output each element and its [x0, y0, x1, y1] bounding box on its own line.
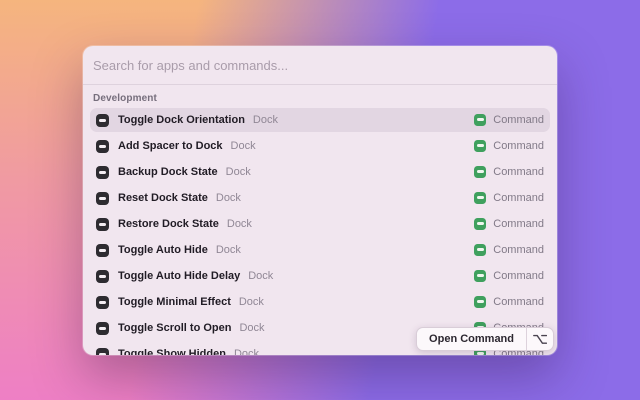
launcher-window: Development Toggle Dock Orientation Dock… [83, 46, 557, 355]
command-subtitle: Dock [248, 270, 273, 282]
open-command-hint[interactable]: Open Command [416, 327, 554, 351]
command-title: Toggle Scroll to Open [118, 322, 231, 334]
command-title: Add Spacer to Dock [118, 140, 223, 152]
dock-extension-icon [96, 322, 109, 335]
command-type-icon [474, 296, 486, 308]
row-accessory-group: Command [474, 114, 544, 126]
list-item[interactable]: Toggle Auto Hide Dock Command [90, 238, 550, 262]
list-item[interactable]: Restore Dock State Dock Command [90, 212, 550, 236]
command-type-label: Command [493, 244, 544, 256]
row-accessory-group: Command [474, 140, 544, 152]
command-type-label: Command [493, 140, 544, 152]
command-subtitle: Dock [216, 192, 241, 204]
command-type-icon [474, 114, 486, 126]
command-subtitle: Dock [239, 296, 264, 308]
dock-extension-icon [96, 244, 109, 257]
command-type-icon [474, 270, 486, 282]
dock-extension-icon [96, 140, 109, 153]
dock-extension-icon [96, 348, 109, 356]
list-item[interactable]: Add Spacer to Dock Dock Command [90, 134, 550, 158]
command-type-label: Command [493, 218, 544, 230]
command-title: Toggle Auto Hide [118, 244, 208, 256]
option-key-icon [527, 334, 553, 345]
command-type-icon [474, 244, 486, 256]
command-title: Toggle Auto Hide Delay [118, 270, 240, 282]
command-type-icon [474, 192, 486, 204]
command-type-label: Command [493, 192, 544, 204]
row-accessory-group: Command [474, 192, 544, 204]
dock-extension-icon [96, 270, 109, 283]
row-accessory-group: Command [474, 218, 544, 230]
command-subtitle: Dock [253, 114, 278, 126]
dock-extension-icon [96, 192, 109, 205]
row-accessory-group: Command [474, 244, 544, 256]
dock-extension-icon [96, 296, 109, 309]
open-command-label: Open Command [417, 333, 526, 345]
row-accessory-group: Command [474, 296, 544, 308]
command-title: Toggle Minimal Effect [118, 296, 231, 308]
command-type-label: Command [493, 166, 544, 178]
command-title: Toggle Dock Orientation [118, 114, 245, 126]
command-subtitle: Dock [227, 218, 252, 230]
list-item[interactable]: Toggle Auto Hide Delay Dock Command [90, 264, 550, 288]
list-item[interactable]: Reset Dock State Dock Command [90, 186, 550, 210]
command-subtitle: Dock [226, 166, 251, 178]
dock-extension-icon [96, 218, 109, 231]
command-subtitle: Dock [234, 348, 259, 355]
search-input[interactable] [83, 46, 557, 84]
command-list: Toggle Dock Orientation Dock Command Add… [83, 108, 557, 355]
command-title: Restore Dock State [118, 218, 219, 230]
list-item[interactable]: Toggle Minimal Effect Dock Command [90, 290, 550, 314]
command-title: Reset Dock State [118, 192, 208, 204]
dock-extension-icon [96, 166, 109, 179]
search-bar [83, 46, 557, 85]
command-type-icon [474, 218, 486, 230]
row-accessory-group: Command [474, 166, 544, 178]
command-title: Backup Dock State [118, 166, 218, 178]
section-header: Development [93, 93, 547, 104]
command-type-icon [474, 140, 486, 152]
command-type-label: Command [493, 270, 544, 282]
dock-extension-icon [96, 114, 109, 127]
command-subtitle: Dock [231, 140, 256, 152]
list-item[interactable]: Backup Dock State Dock Command [90, 160, 550, 184]
list-item[interactable]: Toggle Dock Orientation Dock Command [90, 108, 550, 132]
command-type-icon [474, 166, 486, 178]
command-type-label: Command [493, 296, 544, 308]
command-type-label: Command [493, 114, 544, 126]
row-accessory-group: Command [474, 270, 544, 282]
command-subtitle: Dock [216, 244, 241, 256]
command-title: Toggle Show Hidden [118, 348, 226, 355]
command-subtitle: Dock [239, 322, 264, 334]
